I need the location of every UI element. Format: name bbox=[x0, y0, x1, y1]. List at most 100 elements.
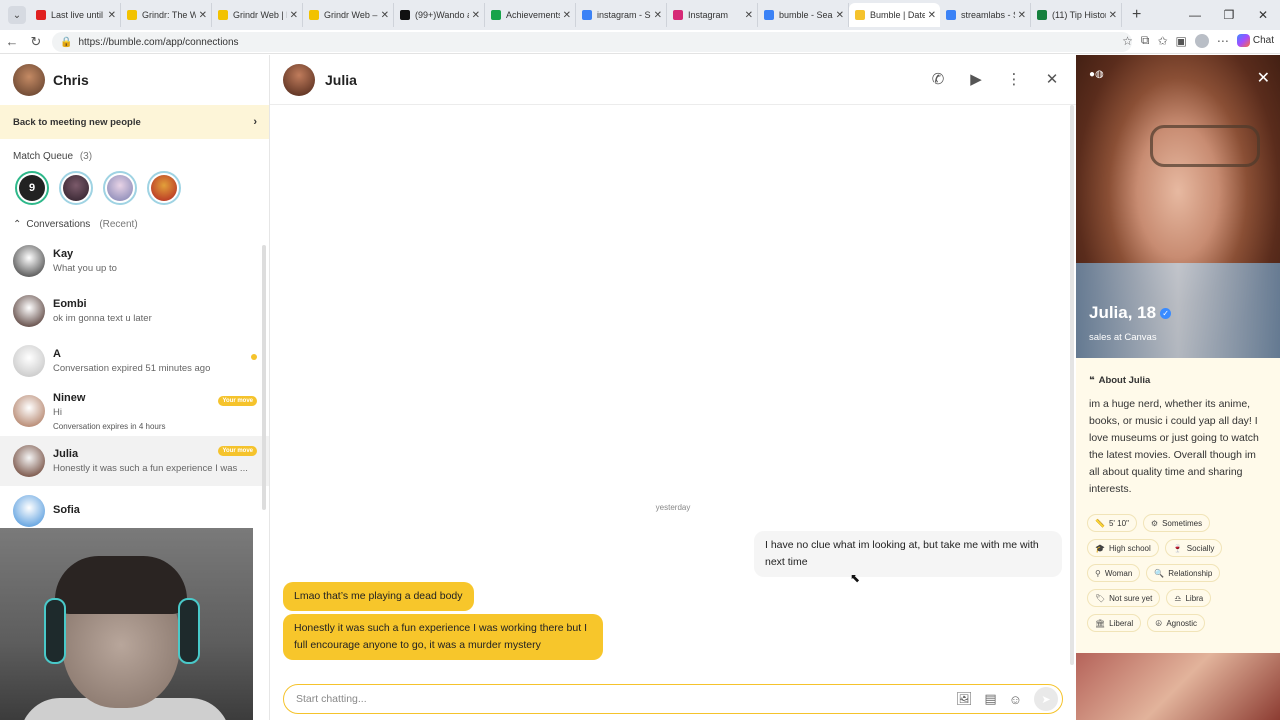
profile-tag: 🏷 Not sure yet bbox=[1087, 589, 1161, 607]
browser-tab[interactable]: streamlabs - Se✕ bbox=[940, 3, 1031, 27]
tab-title: streamlabs - Se bbox=[961, 10, 1015, 20]
tab-favicon-icon bbox=[673, 10, 683, 20]
browser-tab[interactable]: (11) Tip History✕ bbox=[1031, 3, 1122, 27]
image-icon[interactable]: 🖼 bbox=[956, 691, 973, 707]
close-tab-icon[interactable]: ✕ bbox=[290, 10, 298, 21]
more-menu-icon[interactable]: ⋯ bbox=[1217, 34, 1229, 48]
collections-icon[interactable]: ▣ bbox=[1176, 34, 1187, 48]
profile-tag: ☮ Agnostic bbox=[1147, 614, 1206, 632]
phone-call-icon[interactable]: ✆ bbox=[928, 70, 948, 88]
user-header[interactable]: Chris bbox=[0, 55, 269, 105]
conversations-label: Conversations bbox=[26, 219, 91, 230]
browser-tab[interactable]: bumble - Searc✕ bbox=[758, 3, 849, 27]
video-call-icon[interactable]: ▶ bbox=[966, 70, 986, 88]
browser-tab[interactable]: Bumble | Date, ✕ bbox=[849, 3, 940, 27]
favorites-icon[interactable]: ✩ bbox=[1157, 34, 1167, 48]
close-tab-icon[interactable]: ✕ bbox=[836, 10, 844, 21]
webcam-hair bbox=[55, 556, 187, 614]
unread-dot bbox=[251, 354, 257, 360]
sidebar-scrollbar[interactable] bbox=[262, 245, 266, 510]
close-tab-icon[interactable]: ✕ bbox=[381, 10, 389, 21]
close-tab-icon[interactable]: ✕ bbox=[1018, 10, 1026, 21]
browser-tab[interactable]: Last live until M✕ bbox=[30, 3, 121, 27]
ruler-icon: 📏 bbox=[1095, 518, 1105, 528]
minimize-icon[interactable]: — bbox=[1178, 8, 1212, 22]
emoji-icon[interactable]: ☺ bbox=[1009, 692, 1022, 707]
tab-list-icon[interactable]: ⌄ bbox=[8, 6, 26, 24]
user-avatar[interactable] bbox=[13, 64, 45, 96]
conversation-item[interactable]: Ninew Hi Conversation expires in 4 hours Yo… bbox=[0, 386, 269, 436]
conversation-item[interactable]: Eombi ok im gonna text u later bbox=[0, 286, 269, 336]
reload-icon[interactable]: ↻ bbox=[24, 34, 48, 50]
conversation-preview: Hi bbox=[53, 406, 62, 418]
queue-item[interactable] bbox=[59, 171, 93, 205]
religion-icon: ☮ bbox=[1155, 618, 1163, 628]
browser-tab[interactable]: Instagram ✕ bbox=[667, 3, 758, 27]
browser-tab[interactable]: Grindr Web – H✕ bbox=[303, 3, 394, 27]
close-tab-icon[interactable]: ✕ bbox=[928, 10, 936, 21]
gif-icon[interactable]: ▤ bbox=[984, 691, 996, 707]
profile-tag-label: Libra bbox=[1185, 593, 1204, 603]
copilot-chat-button[interactable]: Chat bbox=[1236, 34, 1274, 47]
close-tab-icon[interactable]: ✕ bbox=[108, 10, 116, 21]
contact-avatar[interactable] bbox=[283, 63, 315, 96]
conversation-avatar bbox=[13, 495, 45, 527]
drinking-icon: 🍷 bbox=[1172, 543, 1183, 553]
profile-tag-label: High school bbox=[1108, 543, 1151, 553]
browser-tab[interactable]: Achievements ✕ bbox=[485, 3, 576, 27]
url-field[interactable]: 🔒 https://bumble.com/app/connections bbox=[52, 32, 1132, 52]
new-tab-icon[interactable]: + bbox=[1132, 6, 1141, 24]
close-chat-icon[interactable]: ✕ bbox=[1042, 70, 1062, 88]
queue-avatar bbox=[151, 175, 177, 201]
queue-item[interactable] bbox=[147, 171, 181, 205]
browser-tab[interactable]: (99+)Wando as✕ bbox=[394, 3, 485, 27]
restore-icon[interactable]: ❐ bbox=[1212, 8, 1246, 22]
headphone-left bbox=[44, 598, 66, 664]
close-tab-icon[interactable]: ✕ bbox=[199, 10, 207, 21]
profile-photo-second[interactable] bbox=[1076, 653, 1280, 720]
profile-photo[interactable]: ●◍ ✕ Julia, 18 ✓ sales at Canvas bbox=[1076, 55, 1280, 358]
browser-tab[interactable]: Grindr Web | Br✕ bbox=[212, 3, 303, 27]
conversation-item[interactable]: A Conversation expired 51 minutes ago bbox=[0, 336, 269, 386]
queue-item[interactable] bbox=[103, 171, 137, 205]
profile-tag-label: Agnostic bbox=[1166, 618, 1198, 628]
quote-icon: ❝ bbox=[1089, 375, 1095, 386]
kids-icon: 🏷 bbox=[1095, 593, 1106, 603]
close-tab-icon[interactable]: ✕ bbox=[563, 10, 571, 21]
favorite-star-icon[interactable]: ☆ bbox=[1122, 34, 1133, 48]
conversations-header[interactable]: ⌃ Conversations (Recent) bbox=[0, 219, 269, 230]
close-tab-icon[interactable]: ✕ bbox=[472, 10, 480, 21]
conversation-name: Eombi bbox=[53, 298, 87, 310]
conversation-item[interactable]: Julia Honestly it was such a fun experien… bbox=[0, 436, 269, 486]
chevron-up-icon: ⌃ bbox=[13, 219, 22, 230]
back-icon[interactable]: ← bbox=[0, 34, 24, 49]
more-options-icon[interactable]: ⋮ bbox=[1004, 70, 1024, 88]
profile-avatar-icon[interactable] bbox=[1194, 33, 1209, 48]
search-icon: 🔍 bbox=[1154, 568, 1165, 578]
audio-icon[interactable]: ●◍ bbox=[1089, 69, 1104, 80]
profile-tag: 🎓 High school bbox=[1087, 539, 1159, 557]
browser-tab[interactable]: instagram - Sea✕ bbox=[576, 3, 667, 27]
back-to-meeting-button[interactable]: Back to meeting new people › bbox=[0, 105, 269, 139]
queue-item[interactable]: 9 bbox=[15, 171, 49, 205]
send-button[interactable]: ➤ bbox=[1034, 687, 1058, 711]
queue-avatar bbox=[107, 175, 133, 201]
contact-name[interactable]: Julia bbox=[325, 72, 357, 88]
chevron-right-icon: › bbox=[253, 116, 257, 128]
verified-icon: ✓ bbox=[1160, 308, 1172, 320]
extensions-icon[interactable]: ⧉ bbox=[1141, 33, 1150, 48]
conversation-avatar bbox=[13, 245, 45, 277]
profile-tag-label: Sometimes bbox=[1162, 518, 1203, 528]
close-tab-icon[interactable]: ✕ bbox=[745, 10, 753, 21]
close-tab-icon[interactable]: ✕ bbox=[1109, 10, 1117, 21]
tab-title: Last live until M bbox=[51, 10, 105, 20]
message-input[interactable] bbox=[296, 693, 956, 705]
close-tab-icon[interactable]: ✕ bbox=[654, 10, 662, 21]
close-profile-icon[interactable]: ✕ bbox=[1257, 68, 1270, 88]
conversation-preview: ok im gonna text u later bbox=[53, 313, 152, 324]
conversation-text: Eombi ok im gonna text u later bbox=[53, 298, 269, 324]
conversation-item[interactable]: Kay What you up to bbox=[0, 236, 269, 286]
close-window-icon[interactable]: ✕ bbox=[1246, 8, 1280, 22]
browser-tab[interactable]: Grindr: The Wo✕ bbox=[121, 3, 212, 27]
chat-scrollbar[interactable] bbox=[1070, 105, 1074, 665]
